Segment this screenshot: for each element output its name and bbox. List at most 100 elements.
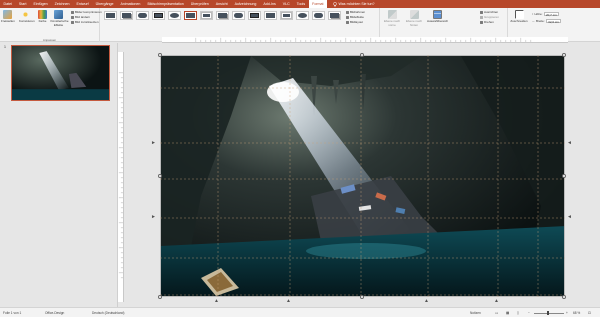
picture-effects-icon — [346, 16, 349, 20]
notes-button[interactable]: Notizen — [470, 311, 481, 315]
picture-style-10[interactable] — [248, 11, 261, 20]
lightbulb-icon — [333, 1, 337, 6]
tab-uebergaenge[interactable]: Übergänge — [92, 0, 117, 8]
tab-animationen[interactable]: Animationen — [117, 0, 144, 8]
guide-arrow-right-2: ◄ — [567, 214, 572, 220]
guide-arrow-left-2: ► — [151, 214, 156, 220]
picture-style-3[interactable] — [136, 11, 149, 20]
picture-style-4[interactable] — [152, 11, 165, 20]
bild-zuruecksetzen-button[interactable]: Bild zurücksetzen — [71, 20, 99, 25]
tell-me-box[interactable]: Was möchten Sie tun? — [333, 1, 375, 7]
tab-ansicht[interactable]: Ansicht — [212, 0, 231, 8]
picture-style-11[interactable] — [264, 11, 277, 20]
group-icon — [480, 16, 483, 20]
sun-icon — [21, 10, 30, 19]
slide-editor: ► ► ◄ ◄ ▲ ▲ ▲ ▲ — [118, 37, 600, 307]
crop-icon — [514, 10, 524, 19]
farbe-button[interactable]: Farbe — [36, 10, 49, 24]
ribbon-tab-bar: Datei Start Einfügen Zeichnen Entwurf Üb… — [0, 0, 600, 8]
resize-handle-right[interactable] — [562, 174, 566, 178]
tab-vlc[interactable]: VLC — [279, 0, 293, 8]
zuschneiden-button[interactable]: Zuschneiden — [510, 10, 528, 24]
zoom-level[interactable]: 68 % — [573, 311, 580, 315]
align-icon — [480, 11, 483, 15]
guide-arrow-bottom-2: ▲ — [286, 298, 291, 304]
remove-background-icon — [3, 10, 12, 19]
tab-ueberpruefen[interactable]: Überprüfen — [187, 0, 212, 8]
height-input[interactable]: 20,7 cm — [543, 12, 560, 17]
language-indicator[interactable]: Deutsch (Deutschland) — [92, 311, 124, 315]
bring-forward-icon — [387, 10, 397, 19]
auswahlbereich-button[interactable]: Auswahlbereich — [427, 10, 448, 24]
ebene-nach-vorne-button[interactable]: Ebene nach vorne — [382, 10, 402, 27]
guide-arrow-right-1: ◄ — [567, 140, 572, 146]
tab-format[interactable]: Format — [308, 0, 328, 8]
picture-style-15[interactable] — [328, 11, 341, 20]
group-label-anpassen: Anpassen — [42, 37, 57, 42]
zoom-in-icon[interactable]: + — [566, 311, 568, 315]
tab-start[interactable]: Start — [15, 0, 30, 8]
korrekturen-button[interactable]: Korrekturen — [19, 10, 35, 24]
tab-einfuegen[interactable]: Einfügen — [30, 0, 51, 8]
color-palette-icon — [38, 10, 47, 19]
send-backward-icon — [409, 10, 419, 19]
guide-arrow-bottom-3: ▲ — [424, 298, 429, 304]
guide-arrow-bottom-4: ▲ — [494, 298, 499, 304]
bildlayout-button[interactable]: Bildlayout — [346, 20, 363, 25]
change-picture-icon — [71, 16, 74, 20]
tab-add-ins[interactable]: Add-Ins — [260, 0, 279, 8]
cave-photo-thumbnail — [12, 46, 109, 100]
resize-handle-top[interactable] — [360, 53, 364, 57]
artistic-effects-icon — [54, 10, 63, 19]
picture-style-2[interactable] — [120, 11, 133, 20]
picture-border-icon — [346, 11, 349, 15]
theme-name: Office-Design — [45, 311, 65, 315]
normal-view-icon[interactable]: ▭ — [495, 311, 498, 315]
slide-info: Folie 1 von 1 — [3, 311, 22, 315]
reading-view-icon[interactable]: ▯ — [517, 311, 519, 315]
tab-tools[interactable]: Tools — [293, 0, 308, 8]
freistellen-button[interactable]: Freistellen — [1, 10, 15, 24]
height-icon: ↕ — [532, 12, 534, 16]
fit-slide-icon[interactable]: ⊡ — [588, 311, 591, 315]
zoom-out-icon[interactable]: − — [528, 311, 530, 315]
picture-style-5[interactable] — [168, 11, 181, 20]
ebene-nach-hinten-button[interactable]: Ebene nach hinten — [404, 10, 424, 27]
status-bar: Folie 1 von 1 Office-Design Deutsch (Deu… — [0, 307, 600, 317]
picture-style-14[interactable] — [312, 11, 325, 20]
picture-style-1[interactable] — [104, 11, 117, 20]
resize-handle-bottom-right[interactable] — [562, 295, 566, 299]
tab-zeichnen[interactable]: Zeichnen — [51, 0, 73, 8]
resize-handle-top-right[interactable] — [562, 53, 566, 57]
compress-icon — [71, 11, 74, 15]
slide-thumbnail-pane: 1 — [0, 43, 118, 307]
width-input[interactable]: 32,6 cm — [545, 19, 562, 24]
resize-handle-top-left[interactable] — [158, 53, 162, 57]
tab-bildschirmpraesentation[interactable]: Bildschirmpräsentation — [144, 0, 187, 8]
zoom-slider[interactable] — [534, 311, 564, 315]
slide-thumbnail-1[interactable] — [11, 45, 110, 101]
group-anpassen: Freistellen Korrekturen Farbe Künstleris… — [0, 8, 102, 42]
resize-handle-bottom-left[interactable] — [158, 295, 162, 299]
picture-style-8[interactable] — [216, 11, 229, 20]
picture-layout-icon — [346, 21, 349, 25]
rotate-icon — [480, 21, 483, 25]
picture-style-6[interactable] — [184, 11, 197, 20]
slide-number: 1 — [4, 45, 6, 49]
kuenstlerische-effekte-button[interactable]: Künstlerische Effekte — [51, 10, 69, 27]
width-icon: ↔ — [532, 19, 535, 23]
picture-style-13[interactable] — [296, 11, 309, 20]
picture-style-9[interactable] — [232, 11, 245, 20]
height-field: ↕ Höhe: 20,7 cm — [532, 12, 560, 17]
zoom-slider-knob[interactable] — [547, 311, 549, 315]
resize-handle-left[interactable] — [158, 174, 162, 178]
smart-guides — [160, 55, 565, 297]
slide-sorter-icon[interactable]: ▦ — [506, 311, 509, 315]
resize-handle-bottom[interactable] — [360, 295, 364, 299]
tab-aufzeichnung[interactable]: Aufzeichnung — [231, 0, 260, 8]
picture-style-7[interactable] — [200, 11, 213, 20]
tab-entwurf[interactable]: Entwurf — [73, 0, 92, 8]
tab-datei[interactable]: Datei — [0, 0, 15, 8]
picture-style-12[interactable] — [280, 11, 293, 20]
drehen-button[interactable]: Drehen — [480, 20, 494, 25]
